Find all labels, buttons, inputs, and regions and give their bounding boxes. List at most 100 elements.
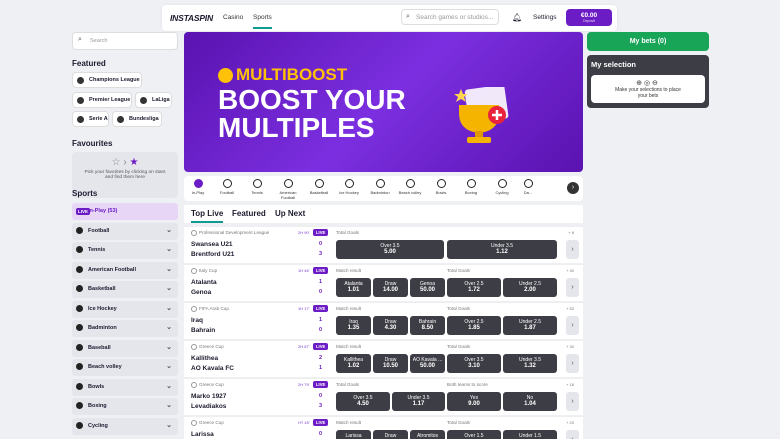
sidebar-item-boxing[interactable]: Boxing: [72, 398, 178, 415]
odds-button[interactable]: Under 2.5 1.87: [503, 316, 557, 335]
sidebar-item-badminton[interactable]: Badminton: [72, 320, 178, 337]
odds-button[interactable]: Over 3.5 5.00: [336, 240, 444, 259]
chevron-right-icon[interactable]: ›: [566, 278, 579, 297]
market-label: Match result: [336, 268, 362, 273]
home-score: 1: [319, 279, 323, 285]
balance-button[interactable]: €0.00 Deposit: [566, 9, 612, 26]
odds-button[interactable]: Over 2.5 1.72: [447, 278, 501, 297]
away-score: 1: [319, 365, 323, 371]
away-score: 0: [319, 289, 323, 295]
more-markets-count: + 8: [568, 230, 574, 235]
odds-button[interactable]: Under 3.5 1.12: [447, 240, 557, 259]
nav-casino[interactable]: Casino: [223, 14, 243, 21]
category-football[interactable]: Football: [213, 179, 241, 195]
odds-button[interactable]: AO Kavala ... 50.00: [410, 354, 445, 373]
category-badminton[interactable]: Badminton: [366, 179, 394, 195]
american-football-icon: [283, 179, 293, 188]
tab-top-live[interactable]: Top Live: [191, 209, 224, 223]
away-team: Genoa: [191, 289, 212, 296]
category-ice-hockey[interactable]: Ice Hockey: [335, 179, 363, 195]
category-bowls[interactable]: Bowls: [427, 179, 455, 195]
featured-premier-league[interactable]: Premier League: [72, 92, 132, 108]
sidebar-item-inplay[interactable]: LIVE In-Play (53): [72, 203, 178, 220]
odds-button[interactable]: Draw 10.50: [373, 354, 408, 373]
odds-button[interactable]: Under 3.5 1.17: [392, 392, 445, 411]
league-name: Greece Cup: [191, 344, 224, 350]
bell-icon[interactable]: 🔔︎: [512, 13, 522, 22]
match-row[interactable]: Italy Cup 1H 46' LIVE Atalanta Genoa 1 0…: [184, 264, 583, 301]
odds-button[interactable]: Atromitos: [410, 430, 445, 439]
sidebar-search-input[interactable]: ⌕ Search: [72, 32, 178, 50]
odds-button[interactable]: Genoa 50.00: [410, 278, 445, 297]
live-badge: LIVE: [313, 381, 329, 388]
odds-button[interactable]: Under 3.5 1.32: [503, 354, 557, 373]
featured-serie-a[interactable]: Serie A: [72, 111, 109, 127]
market-label: Match result: [336, 306, 362, 311]
chevron-right-icon[interactable]: ›: [566, 240, 579, 259]
match-row[interactable]: Greece Cup HT 45' LIVE Larissa 0 Match r…: [184, 416, 583, 439]
nav-sports[interactable]: Sports: [253, 14, 272, 29]
more-markets-count: + 30: [566, 344, 574, 349]
sidebar-item-bowls[interactable]: Bowls: [72, 379, 178, 396]
sidebar-item-basketball[interactable]: Basketball: [72, 281, 178, 298]
chevron-right-icon[interactable]: ›: [567, 182, 579, 194]
sidebar-item-baseball[interactable]: Baseball: [72, 340, 178, 357]
search-input[interactable]: ⌕ Search games or studios...: [401, 9, 499, 25]
odds-button[interactable]: No 1.04: [503, 392, 557, 411]
sidebar-item-ice-hockey[interactable]: Ice Hockey: [72, 301, 178, 318]
tab-featured[interactable]: Featured: [232, 209, 266, 218]
my-bets-button[interactable]: My bets (0): [587, 32, 709, 51]
my-selection-panel: My selection ⊕◎⊖ Make your selections to…: [587, 55, 709, 108]
chevron-right-icon[interactable]: ›: [566, 316, 579, 335]
category-cycling[interactable]: Cycling: [488, 179, 516, 195]
featured-bundesliga[interactable]: Bundesliga: [112, 111, 162, 127]
category-inplay[interactable]: In-Play: [184, 179, 212, 195]
match-row[interactable]: Greece Cup 2H 87' LIVE Kallithea AO Kava…: [184, 340, 583, 377]
odds-button[interactable]: Under 1.5: [503, 430, 557, 439]
sports-title: Sports: [72, 189, 98, 198]
odds-button[interactable]: Yes 9.00: [447, 392, 501, 411]
odds-button[interactable]: Draw 4.30: [373, 316, 408, 335]
odds-button[interactable]: Draw: [373, 430, 408, 439]
odds-button[interactable]: Kallithea 1.02: [336, 354, 371, 373]
match-row[interactable]: Greece Cup 2H 79' LIVE Marko 1927 Levadi…: [184, 378, 583, 415]
match-time: 2H 90': [298, 230, 310, 235]
away-team: AO Kavala FC: [191, 365, 234, 372]
logo[interactable]: INSTASPIN: [170, 13, 213, 23]
odds-button[interactable]: Atalanta 1.01: [336, 278, 371, 297]
odds-button[interactable]: Iraq 1.35: [336, 316, 371, 335]
settings-link[interactable]: Settings: [533, 14, 557, 21]
chevron-right-icon[interactable]: ›: [566, 354, 579, 373]
category-basketball[interactable]: Basketball: [305, 179, 333, 195]
sidebar-item-american-football[interactable]: American Football: [72, 262, 178, 279]
sidebar-item-cycling[interactable]: Cycling: [72, 418, 178, 435]
odds-button[interactable]: Over 2.5 1.85: [447, 316, 501, 335]
match-time: 2H 79': [298, 382, 310, 387]
chevron-right-icon[interactable]: ›: [566, 392, 579, 411]
odds-button[interactable]: Draw 14.00: [373, 278, 408, 297]
category-boxing[interactable]: Boxing: [457, 179, 485, 195]
odds-button[interactable]: Bahrain 8.50: [410, 316, 445, 335]
tab-up-next[interactable]: Up Next: [275, 209, 305, 218]
odds-button[interactable]: Larissa: [336, 430, 371, 439]
featured-champions-league[interactable]: Champions League: [72, 72, 142, 88]
promo-banner[interactable]: MULTIBOOST BOOST YOUR MULTIPLES: [184, 32, 583, 172]
odds-button[interactable]: Over 3.5 3.10: [447, 354, 501, 373]
sidebar-item-tennis[interactable]: Tennis: [72, 242, 178, 259]
odds-button[interactable]: Over 3.5 4.50: [336, 392, 390, 411]
basketball-icon: [314, 179, 324, 188]
match-row[interactable]: FIFA Arab Cup 1H 17' LIVE Iraq Bahrain 1…: [184, 302, 583, 339]
chevron-right-icon[interactable]: ›: [566, 430, 579, 439]
sidebar-item-football[interactable]: Football: [72, 223, 178, 240]
odds-button[interactable]: Under 2.5 2.00: [503, 278, 557, 297]
category-beach-volley[interactable]: Beach volley: [396, 179, 424, 195]
match-row[interactable]: Professional Development League 2H 90' L…: [184, 226, 583, 263]
category-tennis[interactable]: Tennis: [243, 179, 271, 195]
market-label: Total Goals: [447, 420, 470, 425]
sidebar-item-beach-volley[interactable]: Beach volley: [72, 359, 178, 376]
category-american-football[interactable]: American Football: [274, 179, 302, 200]
category-darts[interactable]: Da...: [518, 179, 538, 195]
featured-laliga[interactable]: LaLiga: [135, 92, 172, 108]
search-icon: ⌕: [78, 36, 82, 43]
odds-button[interactable]: Over 1.5: [447, 430, 501, 439]
